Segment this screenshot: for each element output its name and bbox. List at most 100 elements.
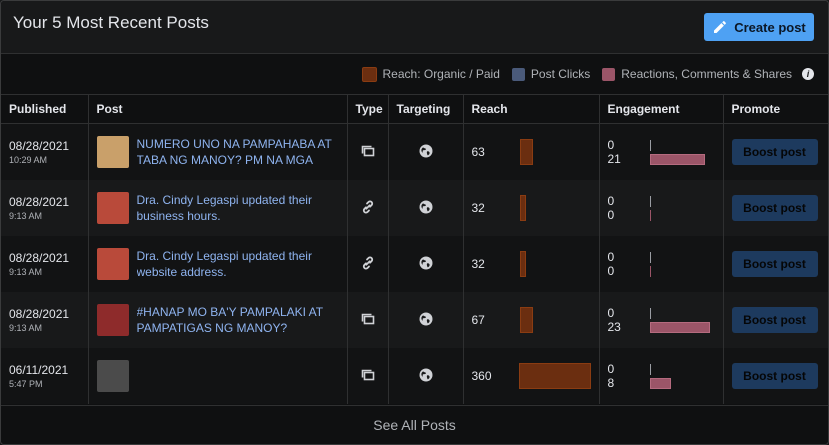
- promote-cell: Boost post: [723, 236, 828, 292]
- post-cell[interactable]: Dra. Cindy Legaspi updated their website…: [88, 236, 348, 292]
- post-date: 08/28/2021: [9, 139, 70, 153]
- globe-icon: [419, 144, 432, 157]
- col-reach: Reach: [463, 95, 600, 124]
- reach-cell: 63: [463, 123, 600, 180]
- legend-swatch-reactions: [602, 67, 616, 81]
- post-cell[interactable]: [88, 348, 348, 404]
- album-icon: [361, 369, 374, 380]
- reactions-bar: [649, 321, 710, 333]
- table-header-row: Published Post Type Targeting Reach Enga…: [1, 95, 828, 124]
- post-clicks-bar: [649, 195, 651, 207]
- post-time: 9:13 AM: [9, 267, 43, 277]
- album-icon: [361, 313, 374, 324]
- promote-cell: Boost post: [723, 348, 828, 404]
- legend-label-reach: Reach: Organic / Paid: [382, 67, 500, 81]
- boost-post-button[interactable]: Boost post: [731, 195, 818, 221]
- reach-cell: 32: [463, 180, 600, 236]
- post-cell[interactable]: Dra. Cindy Legaspi updated their busines…: [88, 180, 348, 236]
- post-thumbnail[interactable]: [96, 136, 129, 168]
- type-cell: [347, 123, 389, 180]
- post-date: 08/28/2021: [9, 251, 70, 265]
- col-post: Post: [88, 95, 348, 124]
- see-all-posts-link[interactable]: See All Posts: [1, 405, 828, 444]
- link-icon: [362, 256, 373, 269]
- reach-value: 67: [471, 313, 485, 327]
- targeting-cell: [388, 348, 464, 404]
- col-published: Published: [1, 95, 89, 124]
- boost-post-button[interactable]: Boost post: [731, 363, 818, 389]
- post-thumbnail[interactable]: [96, 304, 129, 336]
- globe-icon: [419, 368, 432, 381]
- post-date: 06/11/2021: [9, 363, 69, 377]
- published-cell: 08/28/2021 9:13 AM: [1, 180, 89, 236]
- legend-item-clicks: Post Clicks: [511, 67, 591, 81]
- table-row[interactable]: 06/11/2021 5:47 PM 360 0 8 Boost post: [1, 348, 828, 404]
- legend-item-reach: Reach: Organic / Paid: [361, 66, 500, 82]
- reach-cell: 360: [463, 348, 600, 404]
- reactions-value: 23: [607, 320, 621, 334]
- info-icon[interactable]: i: [802, 68, 814, 80]
- reach-value: 32: [471, 201, 485, 215]
- reactions-value: 0: [607, 208, 615, 222]
- post-clicks-value: 0: [607, 306, 615, 320]
- table-row[interactable]: 08/28/2021 9:13 AM #HANAP MO BA'Y PAMPAL…: [1, 292, 828, 348]
- published-cell: 06/11/2021 5:47 PM: [1, 348, 89, 404]
- boost-post-button[interactable]: Boost post: [731, 251, 818, 277]
- globe-icon: [419, 312, 432, 325]
- legend-item-reactions: Reactions, Comments & Shares i: [602, 67, 814, 81]
- table-row[interactable]: 08/28/2021 10:29 AM NUMERO UNO NA PAMPAH…: [1, 123, 828, 180]
- targeting-cell: [388, 236, 464, 292]
- recent-posts-panel: Your 5 Most Recent Posts Create post Rea…: [0, 0, 829, 445]
- create-post-button[interactable]: Create post: [704, 13, 814, 41]
- published-cell: 08/28/2021 9:13 AM: [1, 236, 89, 292]
- post-thumbnail[interactable]: [96, 248, 129, 280]
- post-thumbnail[interactable]: [96, 360, 129, 392]
- published-cell: 08/28/2021 9:13 AM: [1, 292, 89, 348]
- create-post-label: Create post: [734, 19, 806, 35]
- globe-icon: [419, 256, 432, 269]
- reactions-value: 0: [607, 264, 615, 278]
- album-icon: [361, 145, 374, 156]
- post-text-link[interactable]: #HANAP MO BA'Y PAMPALAKI AT PAMPATIGAS N…: [137, 304, 339, 336]
- legend-label-clicks: Post Clicks: [530, 67, 591, 81]
- link-icon: [362, 200, 373, 213]
- type-cell: [347, 292, 389, 348]
- post-cell[interactable]: #HANAP MO BA'Y PAMPALAKI AT PAMPATIGAS N…: [88, 292, 348, 348]
- reach-cell: 67: [463, 292, 600, 348]
- posts-table: Published Post Type Targeting Reach Enga…: [1, 95, 828, 404]
- post-clicks-value: 0: [607, 194, 615, 208]
- legend-swatch-reach: [361, 66, 377, 82]
- post-thumbnail[interactable]: [96, 192, 129, 224]
- reach-value: 360: [471, 369, 492, 383]
- post-text-link[interactable]: NUMERO UNO NA PAMPAHABA AT TABA NG MANOY…: [137, 136, 339, 168]
- post-text-link[interactable]: Dra. Cindy Legaspi updated their busines…: [137, 192, 339, 224]
- engagement-cell: 0 21: [599, 123, 724, 180]
- engagement-cell: 0 0: [599, 180, 724, 236]
- reach-bar: [519, 195, 526, 221]
- post-time: 10:29 AM: [9, 155, 48, 165]
- boost-post-button[interactable]: Boost post: [731, 139, 818, 165]
- boost-post-button[interactable]: Boost post: [731, 307, 818, 333]
- type-cell: [347, 348, 389, 404]
- reach-bar: [519, 139, 533, 165]
- col-promote: Promote: [723, 95, 828, 124]
- post-clicks-bar: [649, 363, 651, 375]
- post-time: 9:13 AM: [9, 323, 43, 333]
- legend-label-reactions: Reactions, Comments & Shares: [621, 67, 792, 81]
- panel-title: Your 5 Most Recent Posts: [13, 13, 209, 32]
- legend: Reach: Organic / Paid Post Clicks Reacti…: [1, 54, 828, 95]
- table-row[interactable]: 08/28/2021 9:13 AM Dra. Cindy Legaspi up…: [1, 180, 828, 236]
- post-date: 08/28/2021: [9, 195, 70, 209]
- post-text-link[interactable]: Dra. Cindy Legaspi updated their website…: [137, 248, 339, 280]
- post-clicks-bar: [649, 307, 651, 319]
- targeting-cell: [388, 123, 464, 180]
- reactions-bar: [649, 209, 651, 221]
- reactions-bar: [649, 377, 671, 389]
- post-clicks-value: 0: [607, 250, 615, 264]
- table-row[interactable]: 08/28/2021 9:13 AM Dra. Cindy Legaspi up…: [1, 236, 828, 292]
- reactions-bar: [649, 265, 651, 277]
- reactions-value: 21: [607, 152, 621, 166]
- reach-bar: [519, 307, 533, 333]
- post-cell[interactable]: NUMERO UNO NA PAMPAHABA AT TABA NG MANOY…: [88, 123, 348, 180]
- post-date: 08/28/2021: [9, 307, 70, 321]
